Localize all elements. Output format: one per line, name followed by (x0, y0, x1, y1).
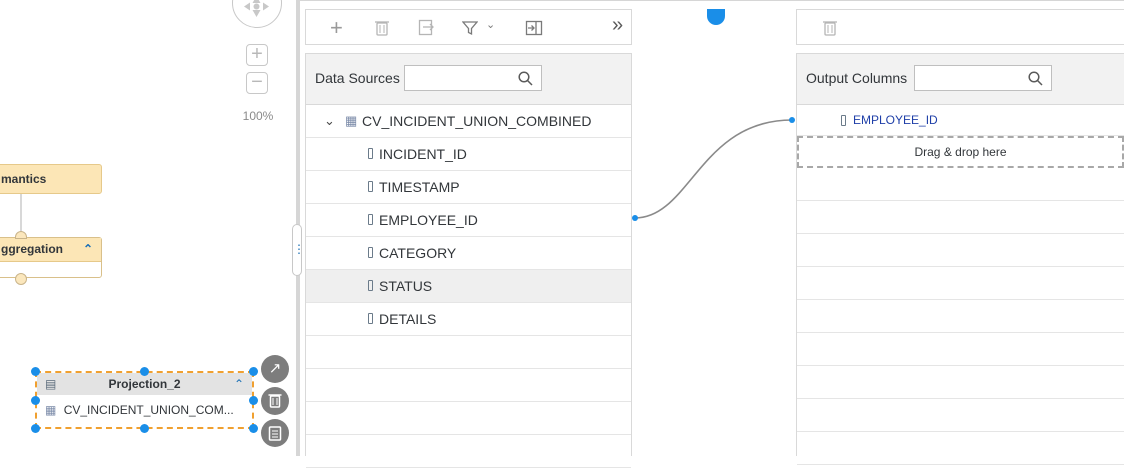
source-column-name: DETAILS (379, 311, 437, 327)
projection-icon: ▤ (45, 377, 57, 391)
output-column-row[interactable]: EMPLOYEE_ID (797, 105, 1124, 136)
mapping-end-point (789, 117, 795, 123)
data-sources-search[interactable] (404, 65, 542, 91)
source-column-name: EMPLOYEE_ID (379, 212, 478, 228)
semantics-node[interactable]: mantics (0, 164, 102, 194)
add-to-output-icon[interactable] (525, 20, 543, 36)
resize-handle[interactable] (249, 367, 258, 376)
source-column-row[interactable]: TIMESTAMP (306, 171, 631, 204)
chevron-down-icon[interactable]: ⌄ (324, 105, 335, 137)
source-column-name: INCIDENT_ID (379, 146, 467, 162)
source-column-row[interactable]: STATUS (306, 270, 631, 303)
projection-source-label: CV_INCIDENT_UNION_COM... (63, 403, 234, 417)
empty-row (306, 369, 631, 402)
source-tree-row[interactable]: ⌄ ▦ CV_INCIDENT_UNION_COMBINED (306, 105, 631, 138)
drop-zone-hint: Drag & drop here (914, 145, 1007, 159)
mapping-start-point (632, 215, 638, 221)
add-icon[interactable]: + (330, 15, 343, 41)
aggregation-input-port[interactable] (15, 231, 27, 239)
aggregation-node[interactable]: ggregation ⌃ (0, 237, 102, 278)
output-toolbar (796, 9, 1124, 45)
data-sources-panel: Data Sources ⌄ ▦ CV_INCIDENT_UNION_COMBI… (305, 53, 632, 468)
source-columns-list: INCIDENT_ID TIMESTAMP EMPLOYEE_ID CATEGORY S… (306, 138, 631, 336)
column-mapping-line (632, 117, 795, 221)
column-icon (841, 115, 846, 126)
empty-row (797, 399, 1124, 432)
source-column-row[interactable]: INCIDENT_ID (306, 138, 631, 171)
projection-node-title: Projection_2 (108, 377, 181, 391)
source-name: CV_INCIDENT_UNION_COMBINED (362, 113, 592, 129)
drop-zone[interactable]: Drag & drop here (797, 136, 1124, 168)
top-divider (300, 0, 1124, 1)
column-icon (368, 313, 373, 324)
trash-icon[interactable] (822, 19, 838, 37)
resize-handle[interactable] (140, 424, 149, 433)
semantics-node-label: mantics (1, 172, 47, 186)
source-column-row[interactable]: DETAILS (306, 303, 631, 336)
filter-icon[interactable] (462, 20, 478, 36)
chevron-up-icon[interactable]: ⌃ (83, 238, 93, 261)
output-column-name[interactable]: EMPLOYEE_ID (853, 105, 938, 135)
empty-row (797, 267, 1124, 300)
empty-row (797, 201, 1124, 234)
resize-handle[interactable] (31, 396, 40, 405)
empty-row (797, 432, 1124, 465)
trash-icon (268, 394, 282, 408)
column-icon (368, 247, 373, 258)
search-icon[interactable] (518, 71, 533, 86)
properties-button[interactable] (261, 419, 289, 447)
empty-row (306, 435, 631, 468)
more-actions-icon[interactable]: » (612, 14, 623, 37)
arrow-up-right-icon: ↗ (268, 360, 282, 377)
resize-handle[interactable] (31, 424, 40, 433)
empty-row (797, 300, 1124, 333)
empty-row (797, 333, 1124, 366)
clipboard-icon (268, 426, 282, 441)
empty-row (306, 336, 631, 369)
diagram-canvas[interactable]: + − 100% mantics ggregation ⌃ ▤ Projecti… (0, 0, 296, 456)
source-column-name: STATUS (379, 278, 433, 294)
chevron-down-icon[interactable]: ⌄ (486, 18, 495, 31)
data-sources-toolbar: + ⌄ » (305, 9, 632, 45)
connect-arrow-button[interactable]: ↗ (261, 355, 289, 383)
output-columns-panel: Output Columns EMPLOYEE_ID Drag & drop h… (796, 53, 1124, 465)
empty-row (797, 366, 1124, 399)
resize-handle[interactable] (31, 367, 40, 376)
data-sources-search-input[interactable] (409, 67, 518, 91)
output-columns-search[interactable] (914, 65, 1052, 91)
resize-handle[interactable] (249, 424, 258, 433)
column-icon (368, 214, 373, 225)
chevron-up-icon[interactable]: ⌃ (234, 373, 244, 395)
data-sources-label: Data Sources (315, 70, 400, 86)
aggregation-node-label: ggregation (1, 242, 63, 256)
delete-node-button[interactable] (261, 387, 289, 415)
replace-source-icon[interactable] (418, 19, 436, 37)
projection-node[interactable]: ▤ Projection_2 ⌃ ▦ CV_INCIDENT_UNION_COM… (35, 371, 254, 429)
resize-handle[interactable] (249, 396, 258, 405)
column-icon (368, 181, 373, 192)
column-icon (368, 280, 373, 291)
mapping-anchor-dot (707, 9, 725, 25)
source-column-row[interactable]: EMPLOYEE_ID (306, 204, 631, 237)
splitter-handle[interactable]: ⋮ (292, 224, 305, 276)
trash-icon[interactable] (374, 19, 390, 37)
output-columns-search-input[interactable] (919, 67, 1028, 91)
resize-handle[interactable] (140, 367, 149, 376)
aggregation-output-port[interactable] (15, 273, 27, 285)
search-icon[interactable] (1028, 71, 1043, 86)
calculation-view-icon: ▦ (345, 113, 358, 128)
output-columns-label: Output Columns (806, 70, 908, 86)
empty-row (797, 168, 1124, 201)
empty-row (306, 402, 631, 435)
empty-row (797, 234, 1124, 267)
column-icon (368, 148, 373, 159)
source-column-name: CATEGORY (379, 245, 457, 261)
source-column-row[interactable]: CATEGORY (306, 237, 631, 270)
datasource-icon: ▦ (45, 403, 57, 417)
source-column-name: TIMESTAMP (379, 179, 460, 195)
